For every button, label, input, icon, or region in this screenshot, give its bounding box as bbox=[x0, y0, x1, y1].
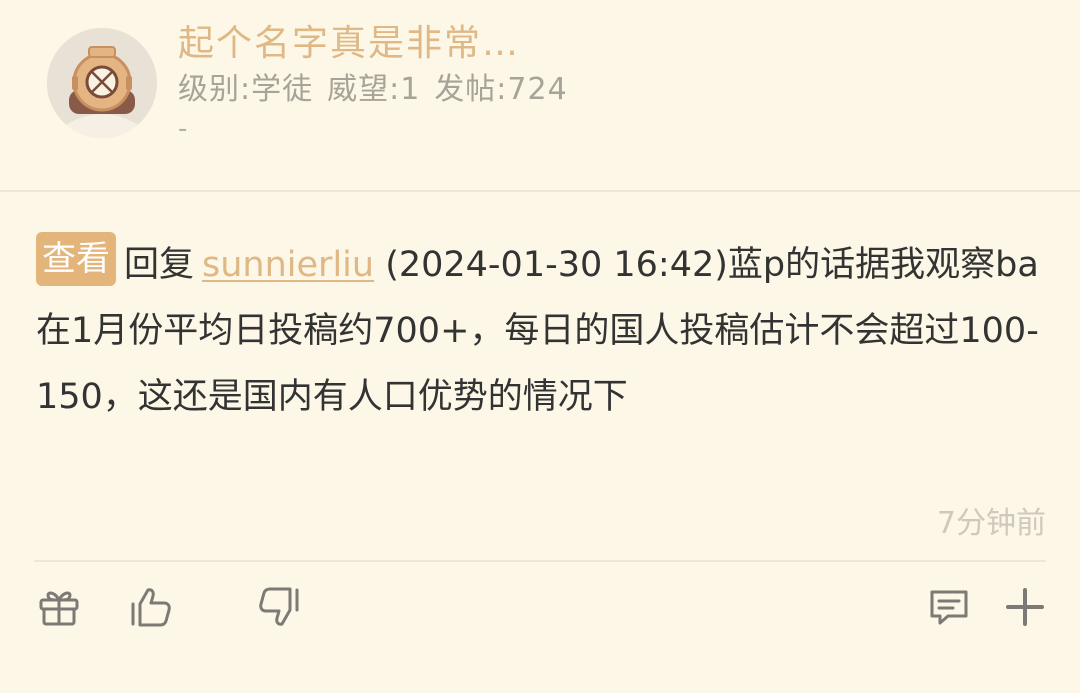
plus-icon[interactable] bbox=[1002, 584, 1048, 630]
diving-helmet-avatar-image bbox=[47, 28, 157, 138]
user-signature: - bbox=[178, 114, 188, 144]
footer-divider bbox=[34, 560, 1046, 562]
header-divider bbox=[0, 190, 1080, 192]
user-meta: 级别:学徒 威望:1 发帖:724 bbox=[178, 64, 582, 108]
thumbs-up-icon[interactable] bbox=[128, 584, 174, 630]
reply-user-link[interactable]: sunnierliu bbox=[202, 245, 374, 285]
avatar[interactable] bbox=[47, 28, 157, 138]
username[interactable]: 起个名字真是非常… bbox=[178, 14, 520, 66]
user-level: 级别:学徒 bbox=[178, 72, 314, 107]
reply-label: 回复 bbox=[124, 245, 195, 285]
comment-icon[interactable] bbox=[926, 584, 972, 630]
gift-icon[interactable] bbox=[36, 584, 82, 630]
view-quote-button[interactable]: 查看 bbox=[36, 232, 116, 286]
user-post-count: 发帖:724 bbox=[434, 72, 568, 107]
post-header: 起个名字真是非常… 级别:学徒 威望:1 发帖:724 - bbox=[0, 0, 1080, 190]
user-prestige: 威望:1 bbox=[327, 72, 421, 107]
thumbs-down-icon[interactable] bbox=[256, 584, 302, 630]
post-timestamp: 7分钟前 bbox=[936, 506, 1046, 541]
post-content: 查看 回复 sunnierliu (2024-01-30 16:42)蓝p的话据我观… bbox=[36, 232, 1046, 430]
